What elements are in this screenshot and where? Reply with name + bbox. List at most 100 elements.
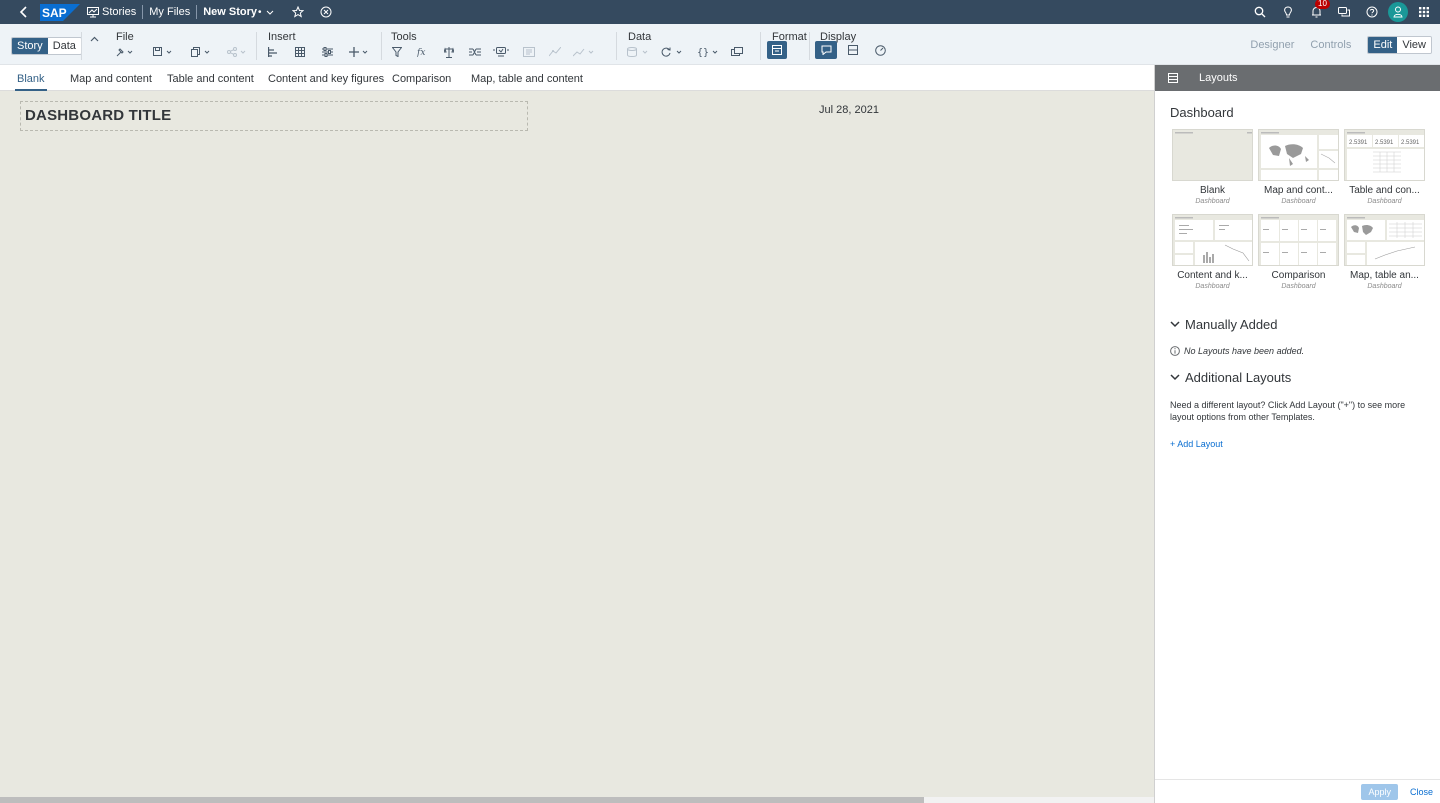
insert-table-icon[interactable]	[293, 43, 307, 61]
insert-more-icon[interactable]	[347, 43, 371, 61]
layout-card-map-table-and-content[interactable]: Map, table an... Dashboard	[1344, 214, 1425, 290]
predictive-icon[interactable]	[548, 43, 562, 61]
layout-thumbnail[interactable]	[1258, 129, 1339, 181]
copy-icon[interactable]	[189, 43, 213, 61]
chat-icon[interactable]	[1332, 0, 1356, 24]
view-mode-button[interactable]: View	[1397, 37, 1431, 53]
lightbulb-icon[interactable]	[1276, 0, 1300, 24]
layout-thumbnail[interactable]	[1172, 214, 1253, 266]
layout-card-comparison[interactable]: Comparison Dashboard	[1258, 214, 1339, 290]
layout-category: Dashboard	[1367, 283, 1402, 290]
layout-card-map-and-content[interactable]: Map and cont... Dashboard	[1258, 129, 1339, 205]
manually-added-section-header[interactable]: Manually Added	[1170, 317, 1278, 332]
info-icon	[1170, 346, 1180, 356]
designer-link[interactable]: Designer	[1250, 39, 1294, 51]
refresh-icon[interactable]	[660, 43, 684, 61]
dashboard-title-box[interactable]: DASHBOARD TITLE	[20, 101, 528, 131]
layout-name: Map, table an...	[1350, 270, 1419, 281]
performance-icon[interactable]	[873, 41, 887, 59]
linked-analysis-icon[interactable]	[442, 43, 456, 61]
search-icon[interactable]	[1248, 0, 1272, 24]
user-icon[interactable]	[1388, 2, 1408, 22]
tab-table-and-content[interactable]: Table and content	[167, 73, 254, 85]
layout-card-table-and-content[interactable]: 2.5391 2.5391 2.5391 Table and con... Dash…	[1344, 129, 1425, 205]
toolbar-divider	[256, 32, 257, 60]
add-layout-link[interactable]: + Add Layout	[1170, 439, 1223, 449]
link-dimensions-icon[interactable]	[468, 43, 482, 61]
sap-logo[interactable]: SAP	[40, 3, 80, 21]
star-icon[interactable]	[286, 0, 310, 24]
layout-card-content-and-key-figures[interactable]: Content and k... Dashboard	[1172, 214, 1253, 290]
scenario-icon[interactable]	[730, 43, 744, 61]
trend-icon[interactable]	[572, 43, 596, 61]
layout-category: Dashboard	[1281, 198, 1316, 205]
shell-actions: 10	[1248, 0, 1436, 24]
story-canvas[interactable]: DASHBOARD TITLE Jul 28, 2021	[0, 91, 1154, 797]
comment-mode-icon[interactable]	[815, 41, 837, 59]
format-designer-icon[interactable]	[767, 41, 787, 59]
dashboard-date[interactable]: Jul 28, 2021	[819, 104, 879, 116]
edit-tools-icon[interactable]	[113, 43, 137, 61]
data-tab-button[interactable]: Data	[47, 38, 81, 54]
svg-text:SAP: SAP	[42, 6, 67, 20]
horizontal-scrollbar[interactable]	[0, 797, 1154, 803]
layouts-panel-footer: Apply Close	[1155, 779, 1440, 803]
layout-name: Map and cont...	[1264, 185, 1333, 196]
tab-comparison[interactable]: Comparison	[392, 73, 451, 85]
tab-blank[interactable]: Blank	[15, 73, 47, 91]
story-tab-button[interactable]: Story	[12, 38, 48, 54]
tab-map-and-content[interactable]: Map and content	[70, 73, 152, 85]
close-circle-icon[interactable]	[314, 0, 338, 24]
formula-icon[interactable]: fx	[416, 43, 430, 61]
save-icon[interactable]	[151, 43, 175, 61]
layout-thumbnail[interactable]	[1172, 129, 1253, 181]
share-icon[interactable]	[225, 43, 249, 61]
back-button[interactable]	[12, 0, 36, 24]
filter-icon[interactable]	[390, 43, 404, 61]
back-icon	[19, 6, 27, 18]
smart-insights-icon[interactable]	[492, 43, 510, 61]
insert-group-label: Insert	[268, 31, 296, 43]
smart-discovery-icon[interactable]	[522, 43, 536, 61]
breadcrumb-my-files[interactable]: My Files	[149, 6, 190, 18]
layout-name: Content and k...	[1177, 270, 1248, 281]
collapse-toolbar-icon[interactable]	[90, 31, 99, 45]
svg-text:fx: fx	[417, 48, 425, 57]
layout-card-blank[interactable]: Blank Dashboard	[1172, 129, 1253, 205]
svg-text:{}: {}	[697, 48, 709, 58]
tab-map-table-and-content[interactable]: Map, table and content	[471, 73, 583, 85]
no-layouts-message: No Layouts have been added.	[1170, 346, 1304, 356]
bell-icon[interactable]: 10	[1304, 0, 1330, 24]
variables-icon[interactable]: {}	[696, 43, 720, 61]
apply-button[interactable]: Apply	[1361, 784, 1398, 800]
story-name[interactable]: New Story	[203, 6, 257, 18]
additional-layouts-description: Need a different layout? Click Add Layou…	[1170, 400, 1406, 422]
layout-thumbnail[interactable]: 2.5391 2.5391 2.5391	[1344, 129, 1425, 181]
scrollbar-thumb[interactable]	[0, 797, 924, 803]
chevron-down-icon[interactable]	[262, 0, 278, 24]
controls-link[interactable]: Controls	[1310, 39, 1351, 51]
no-layouts-text: No Layouts have been added.	[1184, 346, 1305, 356]
story-data-switch: Story Data	[11, 37, 82, 55]
tools-group-label: Tools	[391, 31, 417, 43]
layout-thumbnail[interactable]	[1344, 214, 1425, 266]
additional-layouts-section-header[interactable]: Additional Layouts	[1170, 370, 1291, 385]
stories-icon	[86, 0, 100, 24]
grid-view-icon[interactable]	[846, 41, 860, 59]
toolbar-divider	[760, 32, 761, 60]
close-button[interactable]: Close	[1410, 787, 1433, 797]
dashboard-section-title: Dashboard	[1170, 105, 1234, 120]
layout-thumbnail[interactable]	[1258, 214, 1339, 266]
data-source-icon[interactable]	[626, 43, 650, 61]
shell-bar: SAP Stories My Files New Story • 10	[0, 0, 1440, 24]
insert-chart-icon[interactable]	[266, 43, 280, 61]
tab-content-and-key-figures[interactable]: Content and key figures	[268, 73, 384, 85]
apps-grid-icon[interactable]	[1412, 0, 1436, 24]
edit-mode-button[interactable]: Edit	[1368, 37, 1398, 53]
breadcrumb-stories[interactable]: Stories	[102, 6, 136, 18]
breadcrumb-separator	[142, 5, 144, 19]
insert-input-control-icon[interactable]	[320, 43, 334, 61]
help-icon[interactable]	[1360, 0, 1384, 24]
dashboard-title[interactable]: DASHBOARD TITLE	[25, 107, 171, 124]
svg-text:2.5391: 2.5391	[1349, 140, 1368, 146]
